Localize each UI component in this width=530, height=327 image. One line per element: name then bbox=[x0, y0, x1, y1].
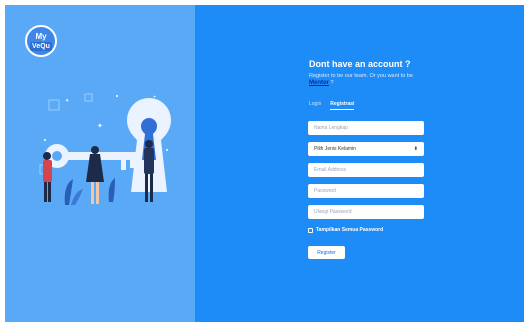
svg-text:✦: ✦ bbox=[153, 94, 157, 99]
app-frame: My VeQu ✦ ✦ ✦ Dont have an account ? Reg… bbox=[5, 5, 524, 322]
auth-tabs: Login Registrasi bbox=[309, 101, 355, 110]
repeat-password-input[interactable] bbox=[308, 205, 424, 219]
register-button[interactable]: Register bbox=[308, 246, 345, 259]
brand-logo-line1: My bbox=[35, 31, 47, 41]
brand-logo[interactable]: My VeQu bbox=[25, 25, 57, 57]
subtitle-text: Register to be our team. Or you want to … bbox=[309, 73, 413, 79]
email-input[interactable] bbox=[308, 163, 424, 177]
tab-login[interactable]: Login bbox=[309, 101, 321, 110]
gender-select-value: Pilih Jenis Kelamin bbox=[314, 146, 356, 152]
chevron-updown-icon: ⬍ bbox=[413, 146, 418, 152]
mentor-suffix: ? bbox=[330, 80, 334, 86]
show-password-label: Tampilkan Semua Password bbox=[316, 227, 384, 233]
svg-text:✦: ✦ bbox=[97, 122, 103, 130]
register-panel: Dont have an account ? Register to be ou… bbox=[195, 5, 524, 322]
show-password-row: Tampilkan Semua Password bbox=[308, 227, 383, 233]
illustration-panel: My VeQu ✦ ✦ ✦ bbox=[5, 5, 195, 322]
page-title: Dont have an account ? bbox=[309, 59, 411, 69]
mentor-link[interactable]: Mentor bbox=[309, 80, 329, 86]
gender-select[interactable]: Pilih Jenis Kelamin ⬍ bbox=[308, 142, 424, 156]
page-subtitle: Register to be our team. Or you want to … bbox=[309, 73, 449, 87]
people-with-key-illustration: ✦ ✦ ✦ bbox=[39, 93, 171, 205]
name-input[interactable] bbox=[308, 121, 424, 135]
brand-logo-line2: VeQu bbox=[30, 41, 52, 51]
tab-registrasi[interactable]: Registrasi bbox=[330, 101, 355, 110]
password-input[interactable] bbox=[308, 184, 424, 198]
svg-text:✦: ✦ bbox=[65, 98, 69, 104]
show-password-checkbox[interactable] bbox=[308, 227, 313, 233]
